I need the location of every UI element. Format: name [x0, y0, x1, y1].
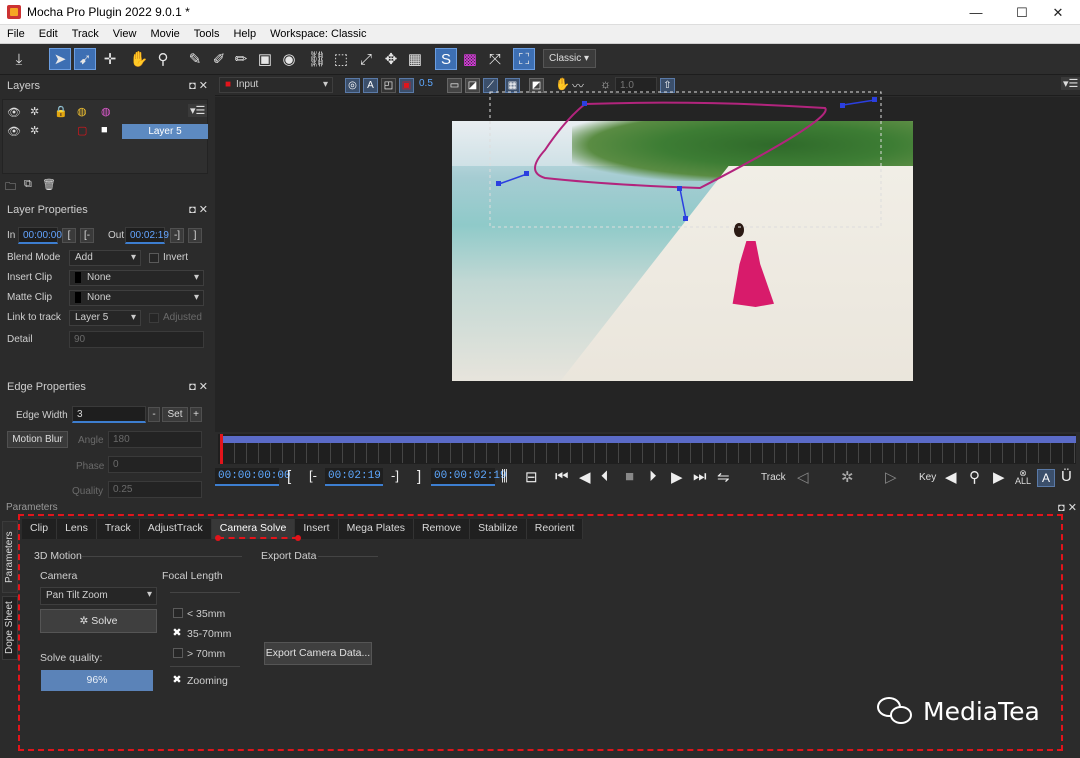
- transport-controls: 00:00:00:00 [ [- 00:02:19 -] ] 00:00:02:…: [215, 465, 1080, 492]
- key-mode-icon[interactable]: Ü: [1061, 468, 1072, 485]
- spline-point[interactable]: [840, 103, 845, 108]
- go-to-start-icon[interactable]: ⏮: [555, 468, 569, 485]
- spline-point[interactable]: [872, 97, 877, 102]
- add-key-icon[interactable]: ⚲: [969, 468, 980, 486]
- surface-bounding-box[interactable]: [489, 91, 882, 228]
- spline-point[interactable]: [683, 216, 688, 221]
- go-to-in-icon[interactable]: [-: [309, 468, 317, 483]
- watermark: MediaTea: [877, 694, 1040, 728]
- track-label: Track: [761, 472, 786, 483]
- set-out-marker-icon[interactable]: ]: [417, 468, 421, 485]
- playhead[interactable]: [220, 434, 223, 464]
- current-timecode[interactable]: 00:00:00:00: [215, 468, 291, 486]
- autokey-icon[interactable]: A: [1037, 469, 1055, 487]
- step-backward-icon[interactable]: ⏴: [601, 468, 609, 485]
- delete-all-keys-icon[interactable]: ⊗ ALL: [1015, 469, 1031, 486]
- track-forward-icon[interactable]: ▷: [885, 468, 897, 486]
- set-in-marker-icon[interactable]: [: [287, 468, 291, 485]
- spline-point[interactable]: [582, 101, 587, 106]
- watermark-text: MediaTea: [923, 696, 1040, 726]
- roto-spline-shape[interactable]: [534, 101, 827, 190]
- key-label: Key: [919, 472, 937, 483]
- spline-point[interactable]: [677, 186, 682, 191]
- stop-icon[interactable]: ■: [625, 468, 634, 485]
- track-settings-icon[interactable]: ✲: [841, 468, 854, 486]
- track-backward-icon[interactable]: ◁: [797, 468, 809, 486]
- out-timecode[interactable]: 00:02:19: [325, 468, 383, 486]
- step-forward-icon[interactable]: ⏵: [649, 468, 657, 485]
- parameters-header-label: Parameters: [6, 502, 58, 510]
- trim-in-icon[interactable]: ⫼: [501, 468, 508, 485]
- trim-out-icon[interactable]: ⊟: [525, 468, 538, 486]
- play-forward-icon[interactable]: ▶: [671, 468, 683, 486]
- timeline-range[interactable]: [222, 436, 1076, 443]
- prev-key-icon[interactable]: ◀: [945, 468, 957, 486]
- wechat-logo-icon: [877, 695, 917, 727]
- end-timecode[interactable]: 00:00:02:19: [431, 468, 507, 486]
- play-backward-icon[interactable]: ◀: [579, 468, 591, 486]
- loop-icon[interactable]: ⇋: [717, 468, 730, 486]
- dope-sheet-side-tab[interactable]: Dope Sheet: [2, 596, 18, 660]
- go-to-end-icon[interactable]: ⏭: [693, 468, 707, 485]
- spline-point[interactable]: [524, 171, 529, 176]
- parameters-side-tab[interactable]: Parameters: [2, 521, 18, 593]
- timeline-bar[interactable]: [218, 434, 1076, 464]
- params-float-close-icon[interactable]: ◘ ✕: [1058, 501, 1077, 514]
- go-to-out-icon[interactable]: -]: [391, 468, 399, 483]
- next-key-icon[interactable]: ▶: [993, 468, 1005, 486]
- spline-point[interactable]: [496, 181, 501, 186]
